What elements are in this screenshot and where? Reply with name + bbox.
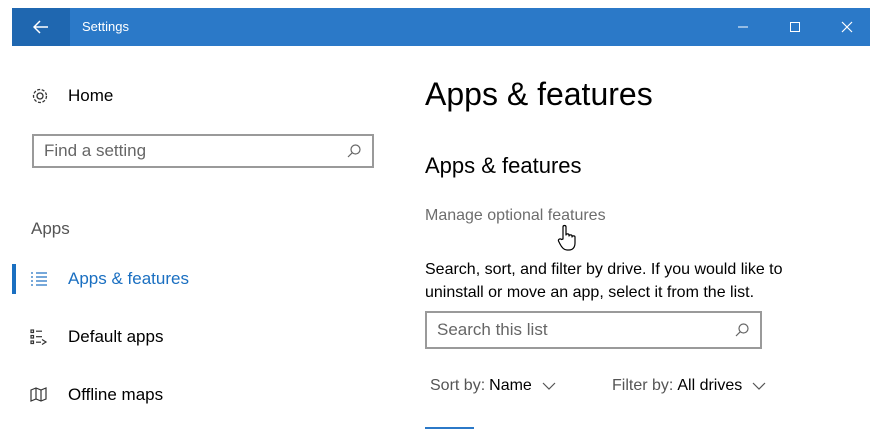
sort-by-label: Sort by: <box>430 377 486 394</box>
default-apps-icon <box>30 329 48 346</box>
search-icon[interactable] <box>734 322 750 343</box>
app-title: Settings <box>82 19 129 34</box>
sort-by-dropdown[interactable]: Sort by: Name <box>430 377 556 395</box>
maximize-button[interactable] <box>772 8 818 46</box>
sidebar-item-apps-features[interactable]: Apps & features <box>30 266 189 292</box>
list-icon <box>31 272 47 286</box>
section-title: Apps & features <box>425 153 582 178</box>
sidebar-item-default-apps[interactable]: Default apps <box>30 324 163 350</box>
back-button[interactable] <box>12 8 70 46</box>
arrow-left-icon <box>33 20 48 34</box>
search-list-box[interactable] <box>425 311 762 349</box>
page-title: Apps & features <box>425 76 653 112</box>
chevron-down-icon <box>752 382 766 390</box>
find-setting-box[interactable] <box>32 134 374 168</box>
maximize-icon <box>790 22 800 32</box>
minimize-button[interactable] <box>720 8 766 46</box>
chevron-down-icon <box>542 382 556 390</box>
map-icon <box>30 387 47 402</box>
active-nav-indicator <box>12 264 16 294</box>
description-text: Search, sort, and filter by drive. If yo… <box>425 261 783 301</box>
manage-optional-features-link[interactable]: Manage optional features <box>425 207 606 225</box>
sidebar-item-label: Default apps <box>68 327 164 346</box>
sidebar-home[interactable]: Home <box>30 84 113 108</box>
sidebar-item-offline-maps[interactable]: Offline maps <box>30 382 163 408</box>
search-icon[interactable] <box>346 143 362 164</box>
hand-cursor-icon <box>557 224 579 257</box>
minimize-icon <box>738 26 748 28</box>
section-label-apps: Apps <box>31 219 70 238</box>
filter-by-value: All drives <box>677 377 743 394</box>
gear-icon <box>32 88 48 104</box>
sidebar-home-label: Home <box>68 86 114 105</box>
find-setting-input[interactable] <box>44 136 324 166</box>
close-button[interactable] <box>824 8 870 46</box>
sidebar-item-label: Apps & features <box>68 269 189 288</box>
search-list-input[interactable] <box>437 315 717 345</box>
close-icon <box>841 21 853 33</box>
sort-by-value: Name <box>489 377 532 394</box>
filter-by-dropdown[interactable]: Filter by: All drives <box>612 377 766 395</box>
filter-by-label: Filter by: <box>612 377 674 394</box>
title-bar: Settings <box>12 8 870 46</box>
sidebar-item-label: Offline maps <box>68 385 164 404</box>
